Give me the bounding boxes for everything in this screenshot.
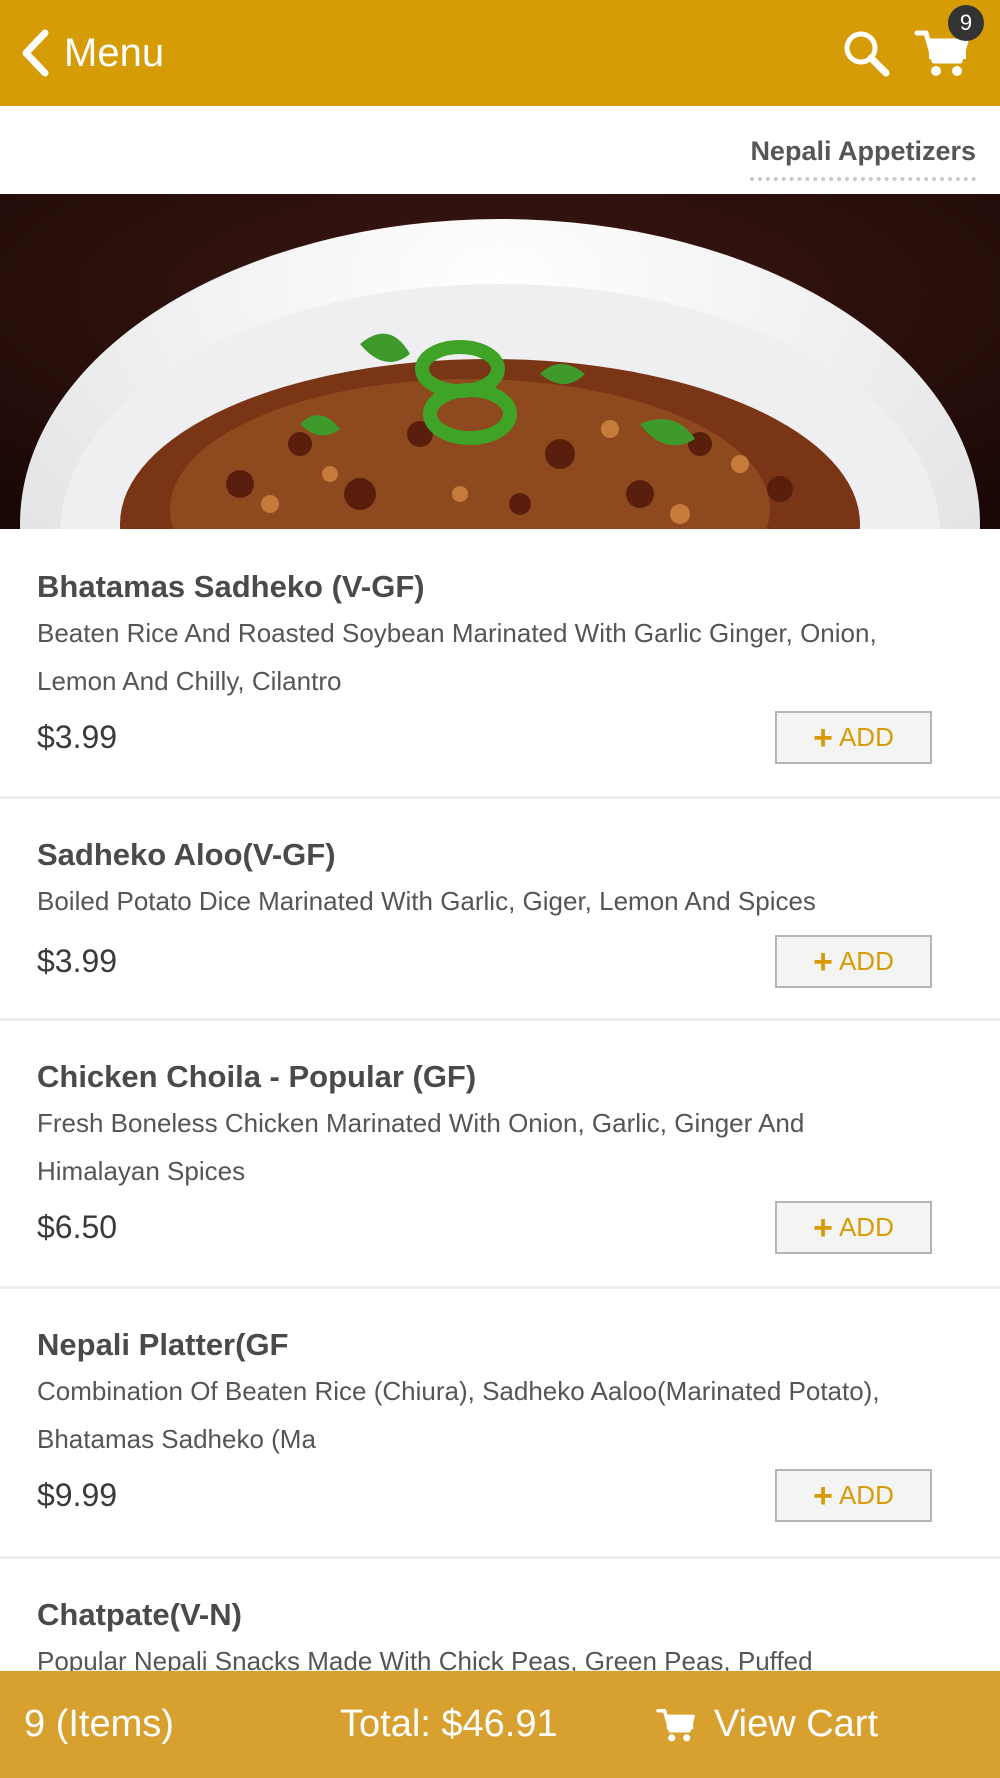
food-photo-image (0, 194, 1000, 529)
item-description: Beaten Rice And Roasted Soybean Marinate… (37, 618, 877, 696)
add-label: ADD (838, 946, 894, 976)
item-name: Bhatamas Sadheko (V-GF) (37, 569, 425, 604)
category-hero-image (0, 194, 1000, 529)
item-price: $6.50 (37, 1209, 118, 1245)
back-label: Menu (64, 30, 165, 75)
add-label: ADD (838, 1480, 894, 1510)
chevron-left-icon (22, 29, 49, 77)
cart-count-badge: 9 (948, 5, 984, 41)
item-name: Sadheko Aloo(V-GF) (37, 837, 336, 872)
back-to-menu-button[interactable]: Menu (18, 28, 164, 78)
add-to-cart-button[interactable]: + ADD (775, 711, 932, 764)
item-description: Combination Of Beaten Rice (Chiura), Sad… (37, 1376, 880, 1454)
cart-items-count: 9 (Items) (24, 1703, 174, 1745)
item-price: $3.99 (37, 943, 118, 979)
category-bar: Nepali Appetizers (0, 106, 1000, 194)
menu-item[interactable]: Sadheko Aloo(V-GF) Boiled Potato Dice Ma… (0, 799, 1000, 1021)
plus-icon: + (813, 942, 833, 981)
item-price: $9.99 (37, 1477, 118, 1513)
menu-item[interactable]: Bhatamas Sadheko (V-GF) Beaten Rice And … (0, 529, 1000, 799)
item-description: Boiled Potato Dice Marinated With Garlic… (37, 886, 816, 916)
cart-total: Total: $46.91 (340, 1703, 558, 1745)
search-icon[interactable] (840, 27, 892, 79)
plus-icon: + (813, 1476, 833, 1515)
cart-icon (656, 1708, 695, 1741)
cart-summary-bar: 9 (Items) Total: $46.91 View Cart (0, 1671, 1000, 1778)
plus-icon: + (813, 1208, 833, 1247)
item-name: Chicken Choila - Popular (GF) (37, 1059, 477, 1094)
item-name: Chatpate(V-N) (37, 1597, 242, 1632)
add-label: ADD (838, 722, 894, 752)
menu-item[interactable]: Nepali Platter(GF Combination Of Beaten … (0, 1289, 1000, 1559)
add-label: ADD (838, 1212, 894, 1242)
item-price: $3.99 (37, 719, 118, 755)
item-name: Nepali Platter(GF (37, 1327, 289, 1362)
menu-items-list: Bhatamas Sadheko (V-GF) Beaten Rice And … (0, 529, 1000, 1759)
cart-button[interactable]: 9 (914, 5, 984, 81)
add-to-cart-button[interactable]: + ADD (775, 1469, 932, 1522)
tab-nepali-appetizers[interactable]: Nepali Appetizers (750, 136, 976, 181)
add-to-cart-button[interactable]: + ADD (775, 935, 932, 988)
view-cart-button[interactable]: View Cart (656, 1703, 878, 1746)
item-description: Fresh Boneless Chicken Marinated With On… (37, 1108, 805, 1186)
plus-icon: + (813, 718, 833, 757)
view-cart-label: View Cart (714, 1703, 879, 1745)
menu-item[interactable]: Chicken Choila - Popular (GF) Fresh Bone… (0, 1021, 1000, 1289)
add-to-cart-button[interactable]: + ADD (775, 1201, 932, 1254)
top-app-bar: Menu 9 (0, 0, 1000, 106)
